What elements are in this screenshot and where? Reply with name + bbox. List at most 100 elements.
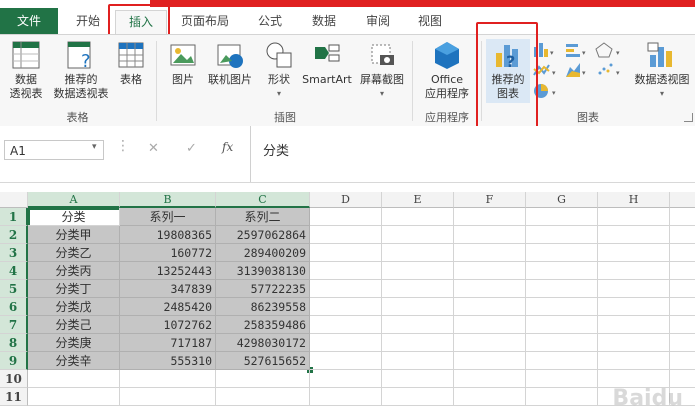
tab-file[interactable]: 文件 [0,8,58,34]
column-header-f[interactable]: F [454,192,526,208]
table-header-cell[interactable]: 系列二 [216,208,310,226]
row-header[interactable]: 9 [0,352,28,370]
empty-cell[interactable] [454,352,526,370]
empty-cell[interactable] [454,370,526,388]
column-header-c[interactable]: C [216,192,310,208]
row-header[interactable]: 5 [0,280,28,298]
empty-cell[interactable] [382,352,454,370]
empty-cell[interactable] [598,316,670,334]
table-cell[interactable]: 160772 [120,244,216,262]
table-cell[interactable]: 289400209 [216,244,310,262]
empty-cell[interactable] [454,226,526,244]
table-cell[interactable]: 13252443 [120,262,216,280]
empty-cell[interactable] [382,334,454,352]
table-cell[interactable]: 86239558 [216,298,310,316]
empty-cell[interactable] [598,226,670,244]
empty-cell[interactable] [670,334,695,352]
row-header[interactable]: 8 [0,334,28,352]
empty-cell[interactable] [598,334,670,352]
empty-cell[interactable] [598,280,670,298]
empty-cell[interactable] [120,370,216,388]
empty-cell[interactable] [216,370,310,388]
empty-cell[interactable] [670,262,695,280]
empty-cell[interactable] [310,298,382,316]
empty-cell[interactable] [526,262,598,280]
empty-cell[interactable] [310,280,382,298]
empty-cell[interactable] [670,208,695,226]
empty-cell[interactable] [310,208,382,226]
formula-input-area[interactable]: 分类 [250,126,695,182]
chevron-down-icon[interactable]: ▾ [92,142,97,152]
empty-cell[interactable] [526,316,598,334]
column-header-e[interactable]: E [382,192,454,208]
column-header-d[interactable]: D [310,192,382,208]
empty-cell[interactable] [28,388,120,406]
table-cell[interactable]: 1072762 [120,316,216,334]
empty-cell[interactable] [454,334,526,352]
row-header[interactable]: 4 [0,262,28,280]
table-cell[interactable]: 19808365 [120,226,216,244]
tab-data[interactable]: 数据 [300,10,348,32]
screenshot-button[interactable]: 屏幕截图 ▾ [356,39,408,101]
empty-cell[interactable] [310,244,382,262]
column-header-b[interactable]: B [120,192,216,208]
empty-cell[interactable] [670,352,695,370]
table-header-cell[interactable]: 分类 [28,208,120,226]
row-header[interactable]: 7 [0,316,28,334]
empty-cell[interactable] [670,244,695,262]
column-header-g[interactable]: G [526,192,598,208]
column-header-h[interactable]: H [598,192,670,208]
empty-cell[interactable] [382,208,454,226]
empty-cell[interactable] [526,226,598,244]
enter-icon[interactable]: ✓ [186,141,197,156]
table-button[interactable]: 表格 [114,39,148,87]
row-header[interactable]: 1 [0,208,28,226]
empty-cell[interactable] [598,352,670,370]
table-cell[interactable]: 分类戊 [28,298,120,316]
table-cell[interactable]: 347839 [120,280,216,298]
empty-cell[interactable] [310,316,382,334]
recommended-pivot-button[interactable]: ? 推荐的 数据透视表 [50,39,112,101]
row-header[interactable]: 2 [0,226,28,244]
empty-cell[interactable] [310,262,382,280]
column-header-partial[interactable] [670,192,695,208]
table-cell[interactable]: 分类辛 [28,352,120,370]
table-cell[interactable]: 717187 [120,334,216,352]
empty-cell[interactable] [598,244,670,262]
empty-cell[interactable] [382,298,454,316]
empty-cell[interactable] [382,316,454,334]
tab-formulas[interactable]: 公式 [246,10,294,32]
row-header[interactable]: 10 [0,370,28,388]
smartart-button[interactable]: SmartArt [300,39,354,87]
empty-cell[interactable] [670,226,695,244]
table-cell[interactable]: 4298030172 [216,334,310,352]
empty-cell[interactable] [382,226,454,244]
row-header[interactable]: 6 [0,298,28,316]
empty-cell[interactable] [454,262,526,280]
row-header[interactable]: 11 [0,388,28,406]
pivot-table-button[interactable]: 数据 透视表 [4,39,48,101]
office-apps-button[interactable]: Office 应用程序 [416,39,478,101]
table-cell[interactable]: 527615652 [216,352,310,370]
table-cell[interactable]: 2485420 [120,298,216,316]
empty-cell[interactable] [120,388,216,406]
dialog-launcher-icon[interactable] [684,113,693,122]
empty-cell[interactable] [310,388,382,406]
empty-cell[interactable] [526,370,598,388]
empty-cell[interactable] [454,280,526,298]
empty-cell[interactable] [526,334,598,352]
empty-cell[interactable] [382,262,454,280]
empty-cell[interactable] [598,298,670,316]
table-cell[interactable]: 分类甲 [28,226,120,244]
empty-cell[interactable] [310,226,382,244]
table-cell[interactable]: 分类己 [28,316,120,334]
table-cell[interactable]: 分类庚 [28,334,120,352]
select-all-corner[interactable] [0,192,28,208]
empty-cell[interactable] [526,352,598,370]
name-box[interactable]: A1 [4,140,104,160]
empty-cell[interactable] [670,298,695,316]
empty-cell[interactable] [526,280,598,298]
column-header-a[interactable]: A [28,192,120,208]
table-cell[interactable]: 分类丙 [28,262,120,280]
table-cell[interactable]: 2597062864 [216,226,310,244]
